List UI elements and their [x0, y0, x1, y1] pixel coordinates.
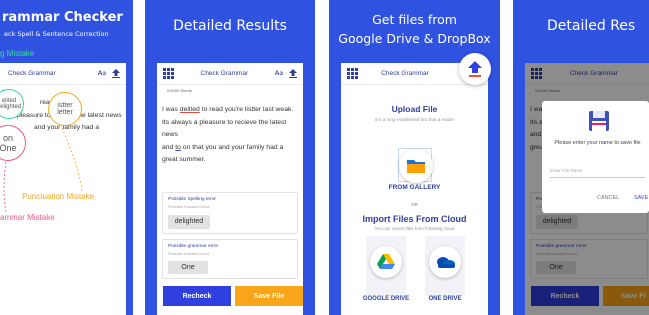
- or-divider: OR: [411, 202, 418, 207]
- promo-panel-detailed-results: Detailed Results Check Grammar Aↄ 0/2000…: [145, 0, 315, 315]
- card-title: Possible grammar error: [168, 244, 219, 249]
- card-subtitle: Possible mistake found: [168, 204, 210, 209]
- grammar-mistake-callout: ammar Mistake: [0, 213, 55, 222]
- import-title: Import Files From Cloud: [362, 214, 467, 224]
- spelling-mistake-callout: g Mistake: [0, 49, 35, 58]
- onedrive-tile[interactable]: [425, 236, 465, 296]
- grammar-error-card[interactable]: Possible grammar error Possible mistake …: [162, 239, 298, 279]
- panel-title: Detailed Results: [173, 18, 287, 34]
- floppy-save-icon: [589, 111, 609, 131]
- file-name-input[interactable]: Enter File Name: [550, 164, 645, 178]
- suggestion-chip[interactable]: delighted: [168, 215, 210, 229]
- app-title: Check Grammar: [200, 70, 249, 77]
- panel-subtitle: eck Spell & Sentence Correction: [4, 30, 109, 38]
- text-line: great summer.: [162, 156, 206, 163]
- onedrive-label[interactable]: ONE DRIVE: [421, 296, 469, 302]
- text-line: Its always a pleasure to recieve the lat…: [162, 118, 287, 139]
- dialog-save-button[interactable]: SAVE: [634, 195, 648, 201]
- app-top-bar: Check Grammar Aↄ: [0, 63, 126, 85]
- panel-title-line2: Google Drive & DropBox: [338, 31, 491, 46]
- panel-title: Detailed Res: [547, 18, 636, 34]
- phone-screen: Check Grammar Aↄ 0/2000 Words I was deli…: [157, 63, 303, 315]
- card-title: Possible Spelling error: [168, 197, 216, 202]
- folder-icon: [407, 160, 425, 173]
- app-title: Check Grammar: [8, 70, 56, 77]
- google-drive-icon: [377, 254, 395, 269]
- google-drive-tile[interactable]: [366, 236, 406, 296]
- translate-icon[interactable]: Aↄ: [275, 70, 283, 77]
- promo-panel-grammar-checker: rammar Checker eck Spell & Sentence Corr…: [0, 0, 133, 315]
- google-drive-label[interactable]: GOOGLE DRIVE: [362, 296, 410, 302]
- gallery-tile[interactable]: [398, 148, 433, 183]
- upload-arrow-icon: [468, 61, 482, 77]
- text-line: I was delited to read you're listter las…: [162, 106, 294, 113]
- onedrive-icon: [437, 257, 455, 268]
- upload-icon[interactable]: [112, 69, 120, 78]
- upload-connector: [417, 71, 460, 107]
- from-gallery-label[interactable]: FROM GALLERY: [341, 184, 488, 191]
- promo-panel-cloud-import: Get files from Google Drive & DropBox Ch…: [329, 0, 500, 315]
- word-count: 0/2000 Words: [167, 88, 192, 93]
- import-subtitle: You can import files from following clou…: [374, 226, 455, 231]
- dialog-prompt: Please enter your name to save file: [554, 140, 641, 146]
- panel-title-line1: Get files from: [372, 12, 457, 27]
- text-line: and to on that you and your family had a: [162, 143, 284, 151]
- app-top-bar: Check Grammar Aↄ: [157, 63, 303, 85]
- panel-title: rammar Checker: [2, 10, 123, 25]
- translate-icon[interactable]: Aↄ: [98, 70, 106, 77]
- callout-connectors: [3, 127, 83, 213]
- recheck-button[interactable]: Recheck: [163, 286, 231, 306]
- save-file-dialog: Please enter your name to save file Ente…: [542, 101, 649, 213]
- spelling-error-card[interactable]: Possible Spelling error Possible mistake…: [162, 192, 298, 234]
- promo-panel-save-file: Detailed Res Check Grammar 0/2000 Words …: [513, 0, 649, 315]
- suggestion-chip[interactable]: One: [168, 261, 208, 274]
- upload-subtitle: It is a long established fact that a rea…: [374, 117, 455, 122]
- menu-grid-icon[interactable]: [347, 68, 358, 79]
- editor-text[interactable]: I was delited to read you're listter las…: [162, 104, 302, 167]
- menu-grid-icon[interactable]: [163, 68, 174, 79]
- punctuation-mistake-callout: Punctuation Mistake: [22, 192, 95, 201]
- upload-icon[interactable]: [289, 69, 297, 78]
- dialog-cancel-button[interactable]: CANCEL: [597, 195, 619, 201]
- save-file-button[interactable]: Save File: [235, 286, 303, 306]
- card-subtitle: Possible mistake found: [168, 251, 210, 256]
